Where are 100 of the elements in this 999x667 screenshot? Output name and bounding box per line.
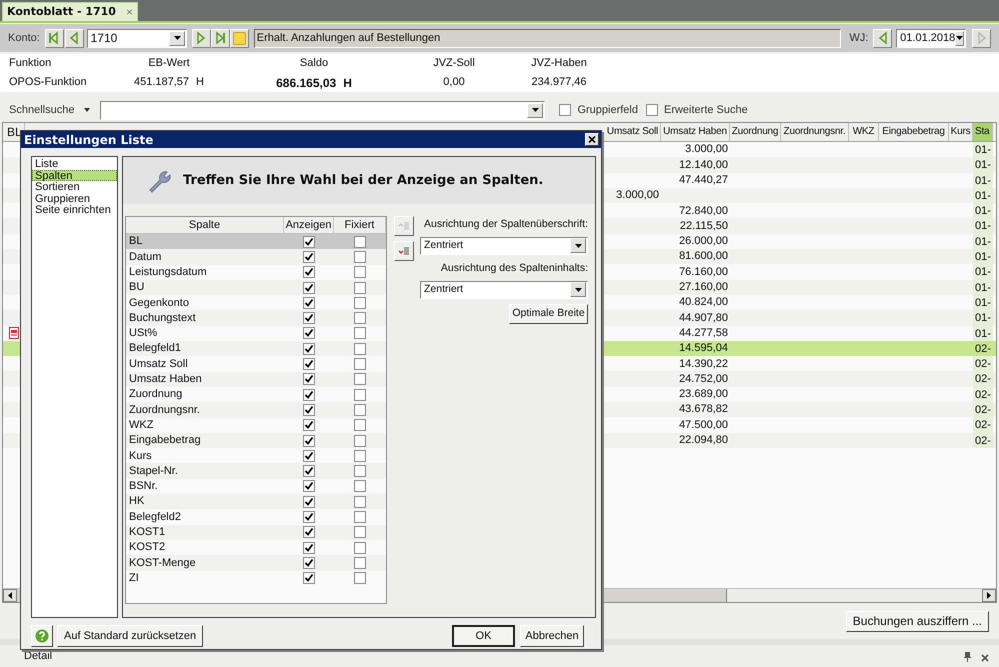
checkbox[interactable] [354, 236, 366, 248]
table-row[interactable]: Kurs [126, 448, 386, 464]
table-row[interactable]: ZI [126, 570, 386, 586]
column-header[interactable]: Kurs [949, 123, 973, 141]
column-header[interactable]: Sta [973, 123, 993, 141]
checkbox[interactable] [354, 556, 366, 569]
checkbox[interactable] [354, 450, 366, 462]
checkbox[interactable] [354, 358, 366, 370]
table-row[interactable]: Gegenkonto [126, 295, 386, 310]
column-header[interactable]: Zuordnung [730, 123, 781, 141]
fiscal-year-combobox[interactable]: 01.01.2018 [896, 28, 966, 48]
column-header[interactable]: Spalte [126, 217, 284, 233]
checkbox[interactable] [354, 542, 366, 554]
column-header[interactable]: Fixiert [334, 217, 386, 233]
move-up-button[interactable] [394, 216, 414, 236]
checkbox[interactable] [354, 419, 366, 432]
checkbox[interactable] [303, 327, 315, 340]
checkbox[interactable] [354, 312, 366, 324]
checkbox[interactable] [303, 572, 315, 584]
checkbox[interactable] [354, 434, 366, 446]
checkbox[interactable] [303, 342, 315, 355]
checkbox[interactable] [354, 572, 366, 584]
table-row[interactable]: Stapel-Nr. [126, 463, 386, 479]
previous-record-button[interactable] [64, 28, 84, 48]
checkbox[interactable] [303, 282, 315, 294]
quick-search-field[interactable] [100, 100, 546, 120]
checkbox[interactable] [354, 266, 366, 278]
first-record-button[interactable] [44, 28, 64, 48]
table-row[interactable]: KOST-Menge [126, 555, 386, 571]
checkbox[interactable] [303, 556, 315, 569]
scroll-right-button[interactable] [982, 589, 996, 602]
previous-year-button[interactable] [873, 28, 892, 48]
checkbox[interactable] [303, 236, 315, 248]
ok-button[interactable]: OK [452, 625, 515, 647]
checkbox[interactable] [354, 327, 366, 340]
content-alignment-combobox[interactable]: Zentriert [420, 280, 588, 298]
dropdown-arrow-icon[interactable] [84, 108, 90, 112]
table-row[interactable]: Leistungsdatum [126, 264, 386, 280]
table-row[interactable]: WKZ [126, 418, 386, 433]
table-row[interactable]: Belegfeld1 [126, 341, 386, 356]
column-header[interactable]: Zuordnungsnr. [781, 123, 849, 141]
checkbox[interactable] [354, 373, 366, 386]
checkbox[interactable] [303, 419, 315, 432]
checkbox[interactable] [354, 282, 366, 294]
checkbox[interactable] [303, 358, 315, 370]
header-alignment-combobox[interactable]: Zentriert [420, 236, 588, 255]
category-item[interactable]: Gruppieren [32, 192, 117, 204]
checkbox[interactable] [559, 104, 572, 116]
checkbox[interactable] [303, 312, 315, 324]
reset-button[interactable]: Auf Standard zurücksetzen [57, 625, 204, 647]
checkbox[interactable] [303, 465, 315, 478]
close-icon[interactable] [981, 654, 989, 662]
table-row[interactable]: HK [126, 494, 386, 510]
table-row[interactable]: KOST1 [126, 524, 386, 540]
close-button[interactable] [585, 133, 599, 146]
help-button[interactable] [31, 625, 53, 647]
column-header[interactable]: Umsatz Soll [605, 123, 661, 141]
checkbox[interactable] [303, 450, 315, 462]
checkbox[interactable] [354, 296, 366, 309]
next-record-button[interactable] [192, 28, 211, 48]
checkbox[interactable] [303, 373, 315, 386]
account-combobox[interactable]: 1710 [86, 28, 188, 48]
table-row[interactable]: BU [126, 280, 386, 296]
table-row[interactable]: Umsatz Haben [126, 372, 386, 387]
checkbox[interactable] [646, 104, 658, 116]
checkbox[interactable] [354, 526, 366, 538]
document-icon[interactable] [9, 327, 19, 340]
checkbox[interactable] [303, 542, 315, 554]
last-record-button[interactable] [210, 28, 230, 48]
checkbox[interactable] [303, 404, 315, 416]
checkbox[interactable] [303, 510, 315, 523]
table-row[interactable]: BL [126, 234, 386, 250]
pin-icon[interactable] [964, 652, 971, 662]
table-row[interactable]: Eingabebetrag [126, 432, 386, 448]
category-item[interactable]: Seite einrichten [32, 204, 117, 216]
checkbox[interactable] [354, 465, 366, 478]
checkbox[interactable] [303, 266, 315, 278]
column-header[interactable]: Anzeigen [284, 217, 334, 233]
scroll-left-button[interactable] [3, 589, 17, 602]
checkbox[interactable] [303, 526, 315, 538]
checkbox[interactable] [354, 480, 366, 492]
table-row[interactable]: Zuordnung [126, 386, 386, 402]
checkbox[interactable] [303, 496, 315, 508]
checkbox[interactable] [354, 510, 366, 523]
checkbox[interactable] [303, 296, 315, 309]
checkbox[interactable] [354, 342, 366, 355]
checkbox[interactable] [354, 496, 366, 508]
checkbox[interactable] [303, 480, 315, 492]
cancel-button[interactable]: Abbrechen [520, 625, 584, 647]
action-button[interactable]: Buchungen ausziffern ... [846, 610, 989, 632]
checkbox[interactable] [303, 388, 315, 401]
table-row[interactable]: Datum [126, 249, 386, 265]
column-header[interactable]: Umsatz Haben [661, 123, 730, 141]
table-row[interactable]: Buchungstext [126, 310, 386, 326]
checkbox[interactable] [354, 404, 366, 416]
move-down-button[interactable] [394, 241, 414, 261]
document-tab[interactable]: Kontoblatt - 1710 × [2, 2, 138, 21]
note-button[interactable] [230, 28, 249, 48]
category-item[interactable]: Spalten [32, 170, 117, 181]
checkbox[interactable] [303, 250, 315, 263]
